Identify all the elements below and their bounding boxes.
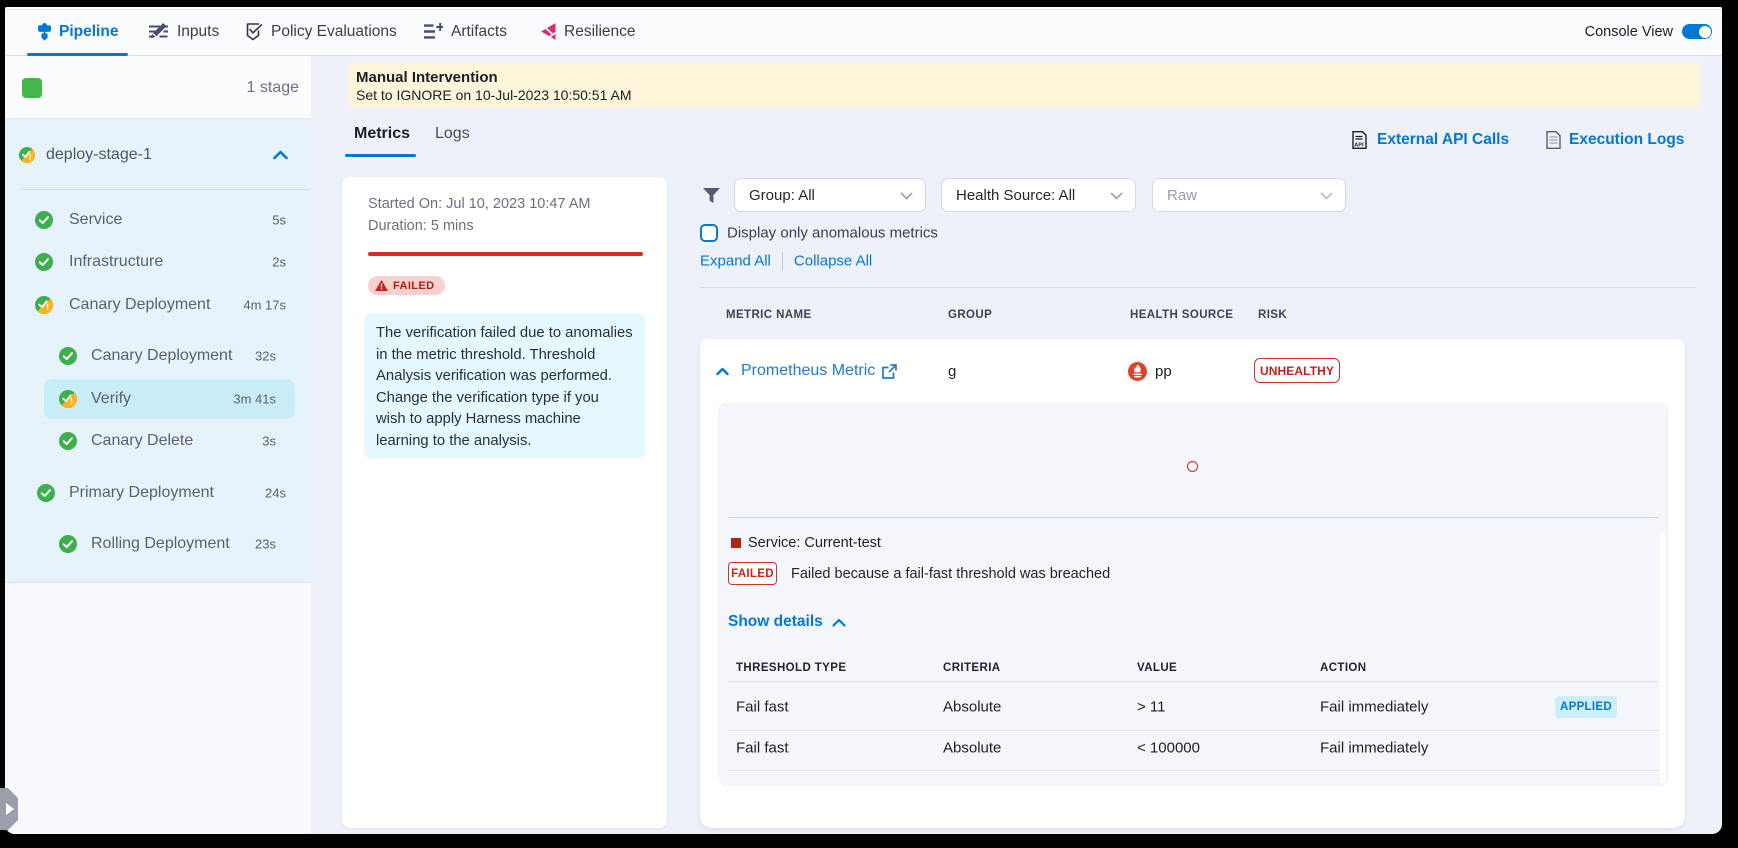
svg-text:API: API: [1354, 142, 1364, 148]
